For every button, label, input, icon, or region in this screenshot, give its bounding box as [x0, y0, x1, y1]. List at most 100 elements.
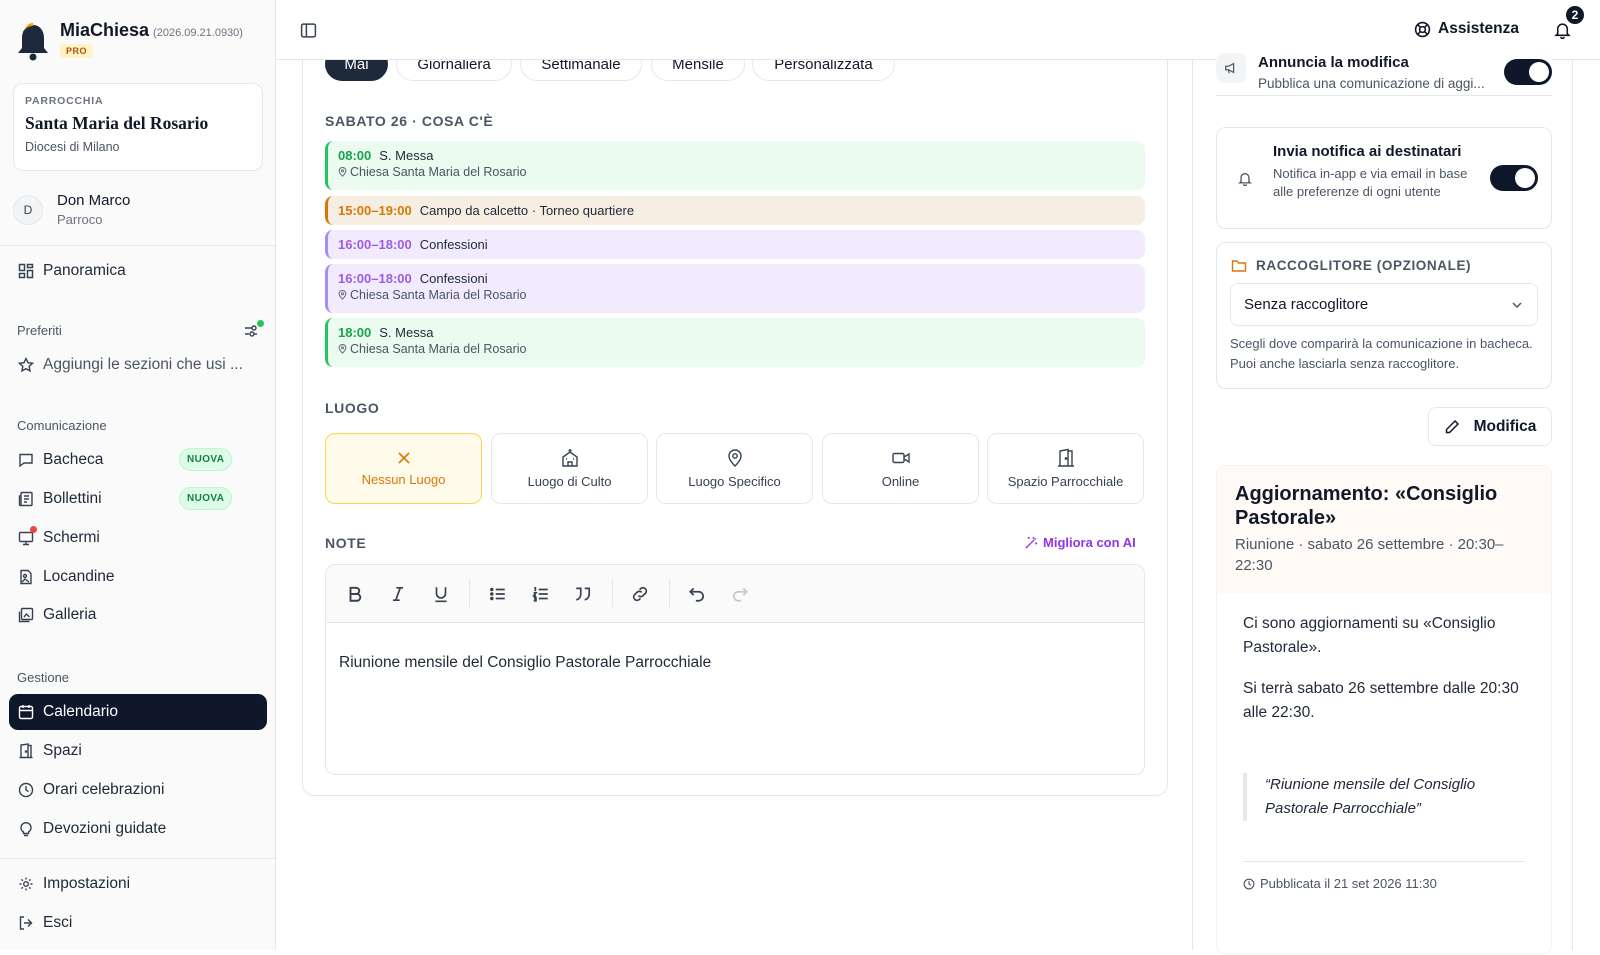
- nav-calendario[interactable]: Calendario: [9, 694, 267, 730]
- underline-icon[interactable]: [432, 585, 450, 603]
- nav-impostazioni[interactable]: Impostazioni: [9, 866, 267, 902]
- gallery-icon: [18, 607, 34, 623]
- pin-icon: [338, 167, 347, 177]
- place-header: LUOGO: [325, 400, 380, 416]
- quote-icon[interactable]: [574, 585, 592, 603]
- day-event[interactable]: 08:00 S. Messa Chiesa Santa Maria del Ros…: [325, 141, 1145, 190]
- day-event[interactable]: 16:00–18:00 Confessioni Chiesa Santa Mari…: [325, 264, 1145, 313]
- avatar: D: [13, 194, 43, 225]
- edit-button[interactable]: Modifica: [1428, 407, 1552, 446]
- user-role: Parroco: [57, 212, 103, 227]
- folder-icon: [1231, 258, 1247, 273]
- undo-icon[interactable]: [688, 585, 706, 603]
- numbered-list-icon[interactable]: [532, 585, 550, 603]
- sidebar-toggle-icon[interactable]: [300, 22, 317, 39]
- lightbulb-icon: [18, 821, 34, 837]
- nav-schermi[interactable]: Schermi: [9, 520, 267, 556]
- preview-paragraph: Si terrà sabato 26 settembre dalle 20:30…: [1243, 680, 1519, 721]
- chevron-down-icon: [1511, 300, 1523, 310]
- event-location: Chiesa Santa Maria del Rosario: [350, 342, 527, 356]
- notes-header: NOTE: [325, 535, 367, 551]
- event-title: S. Messa: [379, 148, 434, 163]
- notifications-button[interactable]: 2: [1554, 4, 1586, 39]
- nav-panoramica[interactable]: Panoramica: [9, 253, 267, 289]
- editor-toolbar: [326, 565, 1144, 623]
- folder-select[interactable]: Senza raccoglitore: [1230, 283, 1538, 326]
- door-icon: [1056, 448, 1076, 468]
- help-label: Assistenza: [1438, 20, 1519, 37]
- italic-icon[interactable]: [389, 585, 407, 603]
- preview-title: Aggiornamento: «Consiglio Pastorale»: [1235, 483, 1498, 529]
- day-event[interactable]: 18:00 S. Messa Chiesa Santa Maria del Ros…: [325, 318, 1145, 367]
- nav-label: Orari celebrazioni: [43, 781, 165, 798]
- nav-galleria[interactable]: Galleria: [9, 597, 267, 633]
- newspaper-icon: [18, 491, 34, 507]
- place-option-specific[interactable]: Luogo Specifico: [656, 433, 813, 504]
- event-title: Campo da calcetto · Torneo quartiere: [419, 203, 635, 218]
- place-option-label: Nessun Luogo: [361, 472, 446, 487]
- parish-switcher[interactable]: PARROCCHIA Santa Maria del Rosario Dioce…: [13, 83, 263, 171]
- plan-badge: PRO: [60, 44, 94, 58]
- preview-published: Pubblicata il 21 set 2026 11:30: [1260, 876, 1437, 891]
- dashboard-icon: [18, 263, 34, 279]
- place-option-worship[interactable]: Luogo di Culto: [491, 433, 648, 504]
- place-option-label: Luogo Specifico: [688, 474, 781, 489]
- nav-esci[interactable]: Esci: [9, 905, 267, 941]
- notify-toggle[interactable]: [1490, 165, 1538, 191]
- new-badge: NUOVA: [179, 448, 233, 471]
- event-time: 08:00: [338, 148, 372, 163]
- folder-card: RACCOGLITORE (OPZIONALE) Senza raccoglit…: [1216, 242, 1552, 389]
- bold-icon[interactable]: [346, 585, 364, 603]
- event-time: 18:00: [338, 325, 372, 340]
- parish-name: Santa Maria del Rosario: [25, 113, 209, 133]
- place-option-none[interactable]: Nessun Luogo: [325, 433, 482, 504]
- preview-meta: Riunione · sabato 26 settembre · 20:30–2…: [1235, 536, 1504, 574]
- pin-icon: [338, 290, 347, 300]
- user-menu[interactable]: D Don Marco Parroco: [13, 192, 130, 227]
- church-icon: [560, 448, 580, 468]
- place-option-online[interactable]: Online: [822, 433, 979, 504]
- improve-with-ai-button[interactable]: Migliora con AI: [1024, 535, 1136, 550]
- link-icon[interactable]: [631, 585, 649, 603]
- nav-label: Bacheca: [43, 451, 104, 468]
- poster-icon: [18, 569, 34, 585]
- nav-orari[interactable]: Orari celebrazioni: [9, 772, 267, 808]
- announce-subtitle: Pubblica una comunicazione di aggi...: [1258, 76, 1485, 91]
- help-button[interactable]: Assistenza: [1414, 20, 1519, 38]
- nav-bollettini[interactable]: Bollettini NUOVA: [9, 481, 267, 517]
- notify-card: Invia notifica ai destinatari Notifica i…: [1216, 127, 1552, 229]
- event-title: Confessioni: [419, 271, 488, 286]
- bullet-list-icon[interactable]: [489, 585, 507, 603]
- clock-icon: [1243, 878, 1255, 890]
- notes-editor: Riunione mensile del Consiglio Pastorale…: [325, 564, 1145, 775]
- nav-label: Locandine: [43, 568, 115, 585]
- notify-subtitle: Notifica in-app e via email in base alle…: [1273, 166, 1468, 199]
- day-event[interactable]: 15:00–19:00 Campo da calcetto · Torneo qu…: [325, 196, 1145, 225]
- star-icon: [18, 357, 34, 373]
- notify-title: Invia notifica ai destinatari: [1273, 143, 1462, 160]
- place-option-label: Spazio Parrocchiale: [1007, 474, 1124, 489]
- notes-content[interactable]: Riunione mensile del Consiglio Pastorale…: [326, 623, 1144, 703]
- sidebar: MiaChiesa (2026.09.21.0930) PRO PARROCCHI…: [0, 0, 276, 950]
- nav-label: Devozioni guidate: [43, 820, 167, 837]
- nav-spazi[interactable]: Spazi: [9, 733, 267, 769]
- place-option-parish-space[interactable]: Spazio Parrocchiale: [987, 433, 1144, 504]
- customize-favorites-icon[interactable]: [243, 320, 264, 339]
- bell-icon: [1238, 171, 1252, 186]
- nav-bacheca[interactable]: Bacheca NUOVA: [9, 442, 267, 478]
- door-icon: [18, 743, 34, 759]
- redo-icon[interactable]: [731, 585, 749, 603]
- parish-label: PARROCCHIA: [25, 95, 104, 107]
- event-location: Chiesa Santa Maria del Rosario: [350, 165, 527, 179]
- divider: [0, 858, 276, 859]
- nav-devozioni[interactable]: Devozioni guidate: [9, 811, 267, 847]
- day-event[interactable]: 16:00–18:00 Confessioni: [325, 230, 1145, 259]
- announce-toggle[interactable]: [1504, 59, 1552, 85]
- clock-icon: [18, 782, 34, 798]
- favorites-add[interactable]: Aggiungi le sezioni che usi ...: [9, 347, 267, 383]
- edit-label: Modifica: [1473, 417, 1537, 435]
- nav-label: Bollettini: [43, 490, 102, 507]
- nav-locandine[interactable]: Locandine: [9, 559, 267, 595]
- nav-label: Galleria: [43, 606, 97, 623]
- logout-icon: [18, 915, 34, 931]
